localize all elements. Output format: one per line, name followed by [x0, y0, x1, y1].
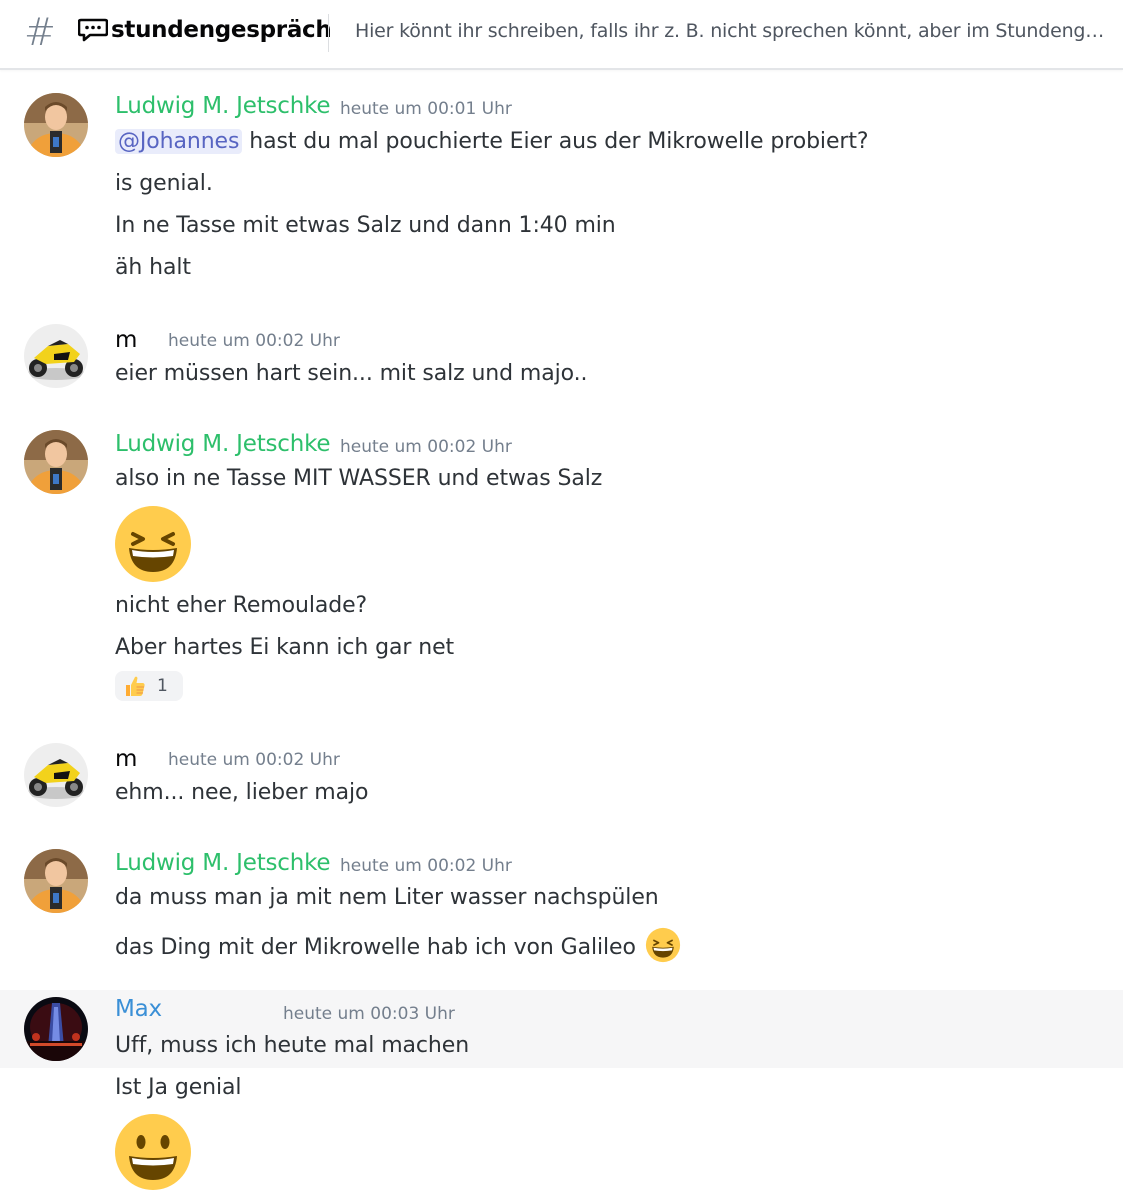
message-text: ehm... nee, lieber majo — [115, 780, 369, 805]
avatar-max-image — [24, 997, 88, 1061]
avatar[interactable] — [24, 93, 88, 157]
message-text: also in ne Tasse MIT WASSER und etwas Sa… — [115, 466, 603, 491]
username[interactable]: Ludwig M. Jetschke — [115, 431, 331, 457]
message-text: In ne Tasse mit etwas Salz und dann 1:40… — [115, 213, 616, 238]
grinning-squinting-face-icon — [645, 927, 680, 963]
avatar[interactable] — [24, 997, 88, 1061]
username[interactable]: Max — [115, 996, 162, 1022]
timestamp: heute um 00:02 Uhr — [168, 331, 340, 351]
avatar-ludwig-image — [24, 430, 88, 494]
message-text: Ist Ja genial — [115, 1075, 242, 1100]
avatar-ludwig-image — [24, 849, 88, 913]
avatar[interactable] — [24, 430, 88, 494]
channel-topic[interactable]: Hier könnt ihr schreiben, falls ihr z. B… — [355, 20, 1115, 42]
username[interactable]: m — [115, 327, 137, 353]
reaction-count: 1 — [157, 676, 168, 696]
avatar-motorcycle-image — [24, 743, 88, 807]
timestamp: heute um 00:01 Uhr — [340, 99, 512, 119]
avatar[interactable] — [24, 324, 88, 388]
message-text: nicht eher Remoulade? — [115, 593, 368, 618]
timestamp: heute um 00:02 Uhr — [168, 750, 340, 770]
username[interactable]: Ludwig M. Jetschke — [115, 850, 331, 876]
avatar-ludwig-image — [24, 93, 88, 157]
grinning-squinting-face-icon — [113, 504, 193, 588]
timestamp: heute um 00:02 Uhr — [340, 437, 512, 457]
speech-bubble-icon — [78, 18, 108, 42]
message-text: Aber hartes Ei kann ich gar net — [115, 635, 455, 660]
message-text: @Johannes hast du mal pouchierte Eier au… — [115, 129, 869, 154]
thumbs-up-icon — [126, 676, 145, 696]
message-text: äh halt — [115, 255, 191, 280]
username[interactable]: Ludwig M. Jetschke — [115, 93, 331, 119]
message-text: Uff, muss ich heute mal machen — [115, 1033, 470, 1058]
avatar-motorcycle-image — [24, 324, 88, 388]
user-mention[interactable]: @Johannes — [115, 129, 243, 154]
channel-name[interactable]: stundengespräch — [111, 17, 332, 43]
message-text: eier müssen hart sein... mit salz und ma… — [115, 361, 588, 386]
message-text: das Ding mit der Mikrowelle hab ich von … — [115, 927, 681, 963]
reaction-button[interactable]: 1 — [115, 671, 183, 701]
timestamp: heute um 00:03 Uhr — [283, 1004, 455, 1024]
username[interactable]: m — [115, 746, 137, 772]
message-text: da muss man ja mit nem Liter wasser nach… — [115, 885, 659, 910]
message-text: is genial. — [115, 171, 213, 196]
header-divider — [328, 14, 329, 52]
channel-header: # stundengespräch Hier könnt ihr schreib… — [0, 0, 1123, 70]
channel-hash-icon: # — [24, 10, 56, 54]
timestamp: heute um 00:02 Uhr — [340, 856, 512, 876]
grinning-face-icon — [113, 1112, 193, 1196]
avatar[interactable] — [24, 849, 88, 913]
avatar[interactable] — [24, 743, 88, 807]
